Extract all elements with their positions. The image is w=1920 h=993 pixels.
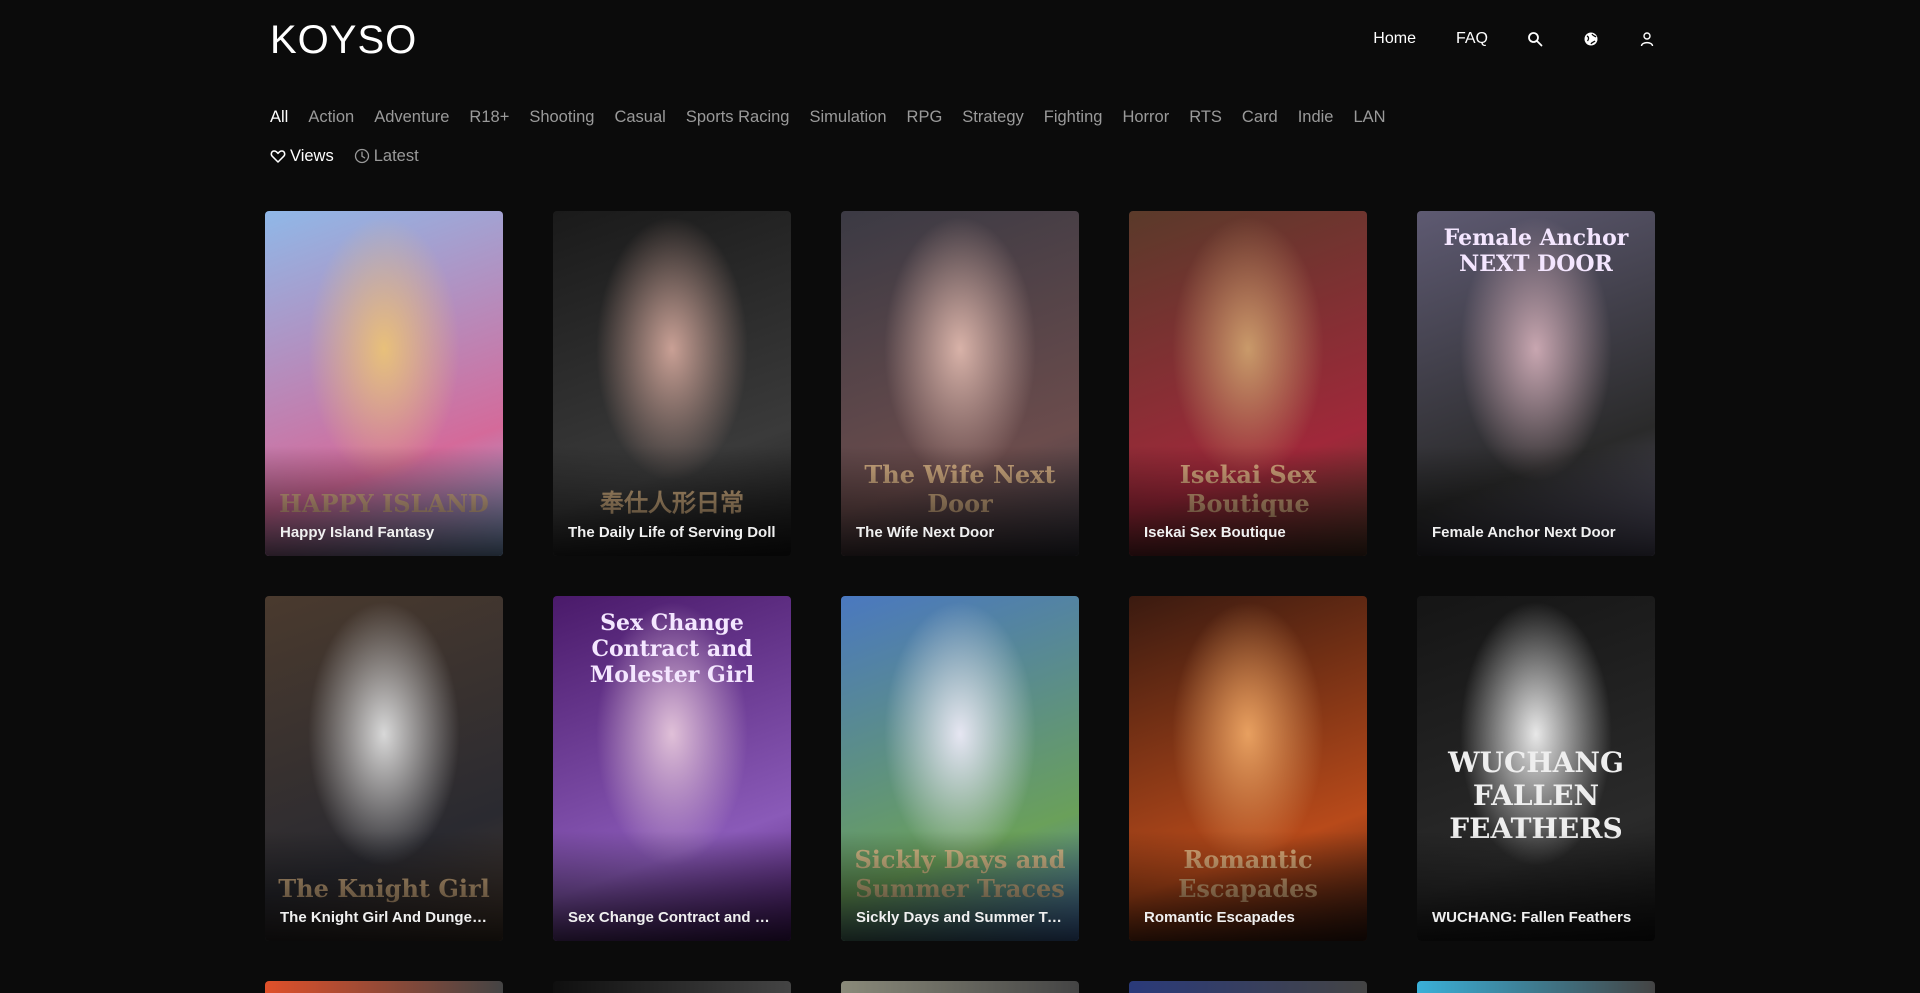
game-title: Female Anchor Next Door <box>1432 524 1616 541</box>
heart-icon <box>270 150 286 163</box>
category-tab-fighting[interactable]: Fighting <box>1044 108 1103 127</box>
game-card[interactable]: The Knight GirlThe Knight Girl And Dunge… <box>265 596 503 941</box>
category-tab-card[interactable]: Card <box>1242 108 1278 127</box>
game-title: WUCHANG: Fallen Feathers <box>1432 909 1632 926</box>
game-card[interactable] <box>1129 981 1367 993</box>
nav-home-link[interactable]: Home <box>1373 30 1416 48</box>
nav-faq-link[interactable]: FAQ <box>1456 30 1488 48</box>
category-tabs: All Action Adventure R18+ Shooting Casual Spor… <box>270 106 1406 128</box>
user-icon[interactable] <box>1638 30 1656 48</box>
game-title: The Wife Next Door <box>856 524 995 541</box>
sort-options: Views Latest <box>270 145 439 167</box>
sort-latest-label: Latest <box>373 146 419 165</box>
game-card[interactable]: Romantic EscapadesRomantic Escapades <box>1129 596 1367 941</box>
game-card[interactable]: The Wife Next DoorThe Wife Next Door <box>841 211 1079 556</box>
cover-logo-text: Female Anchor NEXT DOOR <box>1443 225 1629 277</box>
game-title: The Knight Girl And Dungeon Creatures <box>280 909 491 926</box>
category-tab-rts[interactable]: RTS <box>1189 108 1222 127</box>
game-card[interactable]: 奉仕人形日常The Daily Life of Serving Doll <box>553 211 791 556</box>
category-tab-shooting[interactable]: Shooting <box>529 108 594 127</box>
game-card[interactable]: HAPPY ISLANDHappy Island Fantasy <box>265 211 503 556</box>
cover-logo-text: Sex Change Contract and Molester Girl <box>589 610 755 688</box>
game-card[interactable]: Isekai Sex BoutiqueIsekai Sex Boutique <box>1129 211 1367 556</box>
game-title: Sex Change Contract and Molester Girl <box>568 909 779 926</box>
sort-views-label: Views <box>290 146 334 165</box>
category-tab-horror[interactable]: Horror <box>1122 108 1169 127</box>
globe-icon[interactable] <box>1582 30 1600 48</box>
site-logo[interactable]: KOYSO <box>270 18 417 63</box>
game-card[interactable]: Sex Change Contract and Molester Girl Sex… <box>553 596 791 941</box>
category-tab-strategy[interactable]: Strategy <box>962 108 1023 127</box>
game-title: Isekai Sex Boutique <box>1144 524 1286 541</box>
game-card[interactable] <box>1417 981 1655 993</box>
main-nav: Home FAQ <box>1333 28 1656 50</box>
game-card[interactable]: WUCHANG FALLEN FEATHERS WUCHANG: Fallen F… <box>1417 596 1655 941</box>
category-tab-rpg[interactable]: RPG <box>907 108 943 127</box>
category-tab-casual[interactable]: Casual <box>614 108 665 127</box>
category-tab-all[interactable]: All <box>270 108 288 127</box>
category-tab-action[interactable]: Action <box>308 108 354 127</box>
game-title: Romantic Escapades <box>1144 909 1295 926</box>
sort-views-button[interactable]: Views <box>270 147 334 166</box>
game-title: The Daily Life of Serving Doll <box>568 524 776 541</box>
category-tab-simulation[interactable]: Simulation <box>809 108 886 127</box>
search-icon[interactable] <box>1526 30 1544 48</box>
category-tab-r18[interactable]: R18+ <box>469 108 509 127</box>
game-title: Sickly Days and Summer Traces <box>856 909 1067 926</box>
sort-latest-button[interactable]: Latest <box>354 147 419 166</box>
game-card[interactable] <box>841 981 1079 993</box>
game-card[interactable]: Sickly Days and Summer TracesSickly Days… <box>841 596 1079 941</box>
category-tab-sports-racing[interactable]: Sports Racing <box>686 108 790 127</box>
game-card[interactable] <box>553 981 791 993</box>
category-tab-adventure[interactable]: Adventure <box>374 108 449 127</box>
category-tab-lan[interactable]: LAN <box>1353 108 1385 127</box>
game-card[interactable] <box>265 981 503 993</box>
category-tab-indie[interactable]: Indie <box>1298 108 1334 127</box>
game-title: Happy Island Fantasy <box>280 524 435 541</box>
site-header: KOYSO Home FAQ <box>270 18 1656 64</box>
game-card[interactable]: Female Anchor NEXT DOOR Female Anchor Nex… <box>1417 211 1655 556</box>
clock-icon <box>354 148 369 164</box>
